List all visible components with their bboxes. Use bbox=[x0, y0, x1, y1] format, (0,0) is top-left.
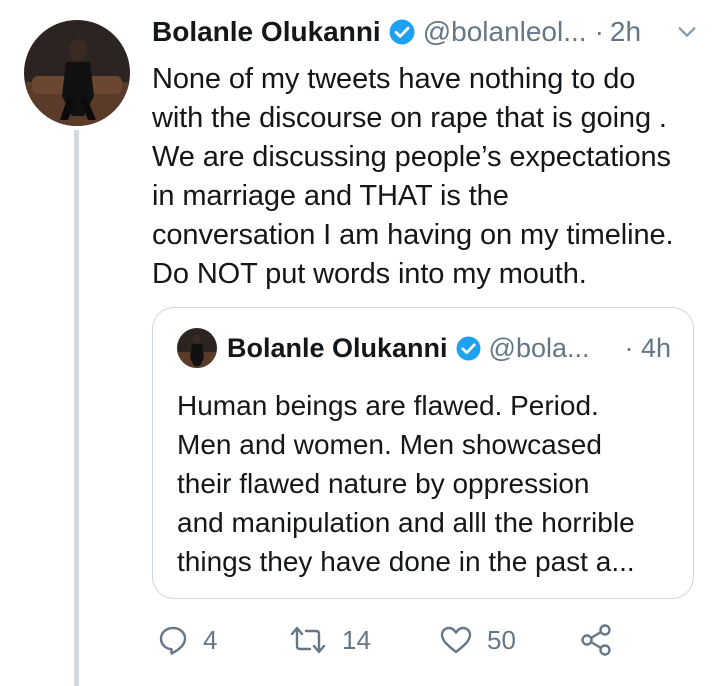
like-count: 50 bbox=[487, 624, 516, 655]
author-handle[interactable]: @bolanleol... bbox=[423, 16, 587, 48]
tweet-timestamp[interactable]: 2h bbox=[610, 16, 641, 48]
retweet-icon bbox=[290, 626, 326, 654]
thread-connector-line bbox=[74, 130, 79, 686]
heart-icon bbox=[440, 626, 472, 654]
quoted-tweet-card[interactable]: Bolanle Olukanni @bola... · 4h Human bei… bbox=[152, 307, 694, 599]
header-separator: · bbox=[594, 16, 604, 47]
tweet-text: None of my tweets have nothing to do wit… bbox=[152, 63, 674, 290]
quoted-tweet-timestamp: 4h bbox=[640, 332, 671, 363]
quoted-tweet-text: Human beings are flawed. Period. Men and… bbox=[177, 390, 635, 577]
retweet-count: 14 bbox=[342, 624, 371, 655]
reply-count: 4 bbox=[203, 624, 218, 655]
author-avatar[interactable] bbox=[24, 20, 130, 126]
tweet: Bolanle Olukanni @bolanleol... · 2h None… bbox=[152, 10, 700, 294]
author-name[interactable]: Bolanle Olukanni bbox=[152, 16, 381, 48]
tweet-header: Bolanle Olukanni @bolanleol... · 2h bbox=[152, 10, 700, 54]
quoted-time-group: · 4h bbox=[624, 333, 671, 364]
tweet-actions-bar: 4 14 50 bbox=[157, 620, 637, 660]
share-icon bbox=[581, 624, 611, 656]
quoted-tweet-header: Bolanle Olukanni @bola... · 4h bbox=[227, 326, 671, 370]
quoted-author-handle: @bola... bbox=[488, 332, 590, 363]
reply-button[interactable]: 4 bbox=[157, 620, 217, 660]
retweet-button[interactable]: 14 bbox=[288, 620, 371, 660]
share-button[interactable] bbox=[579, 620, 613, 660]
chevron-down-icon[interactable] bbox=[676, 21, 698, 43]
reply-icon bbox=[159, 626, 187, 655]
quoted-avatar-photo bbox=[177, 328, 217, 368]
like-button[interactable]: 50 bbox=[439, 620, 516, 660]
avatar-photo bbox=[24, 20, 130, 126]
quoted-header-separator: · bbox=[624, 332, 634, 363]
quoted-author-avatar bbox=[177, 328, 217, 368]
verified-badge-icon bbox=[456, 336, 481, 360]
verified-badge-icon bbox=[389, 19, 415, 45]
quoted-author-name: Bolanle Olukanni bbox=[227, 332, 448, 363]
